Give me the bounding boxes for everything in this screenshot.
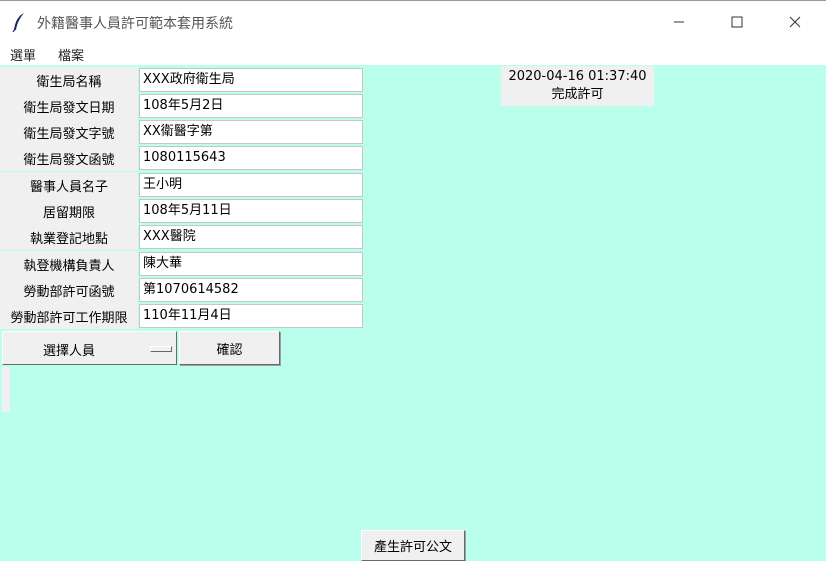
issue-word-input[interactable]: XX衛醫字第 [139, 120, 363, 144]
close-button[interactable] [766, 1, 824, 43]
institution-head-input[interactable]: 陳大華 [139, 252, 363, 276]
field-label-person-name: 醫事人員名子 [0, 172, 138, 198]
status-timestamp: 2020-04-16 01:37:40 [508, 69, 647, 84]
status-message: 完成許可 [551, 87, 604, 102]
menu-item-select[interactable]: 選單 [10, 45, 36, 64]
empty-list-area [2, 367, 10, 412]
minimize-icon [674, 21, 684, 23]
issue-number-input[interactable]: 1080115643 [139, 146, 363, 170]
menu-bar: 選單 檔案 [0, 42, 826, 65]
status-panel: 2020-04-16 01:37:40 完成許可 [501, 66, 654, 106]
select-person-label: 選擇人員 [43, 344, 96, 359]
field-label-labor-permit-term: 勞動部許可工作期限 [0, 303, 138, 329]
select-person-dropdown[interactable]: 選擇人員 [2, 331, 177, 365]
menu-item-file[interactable]: 檔案 [58, 45, 84, 64]
field-label-health-bureau-name: 衛生局名稱 [0, 67, 138, 93]
maximize-icon [731, 16, 743, 28]
field-label-labor-permit-number: 勞動部許可函號 [0, 277, 138, 303]
title-bar: 外籍醫事人員許可範本套用系統 [0, 0, 826, 42]
labor-permit-term-input[interactable]: 110年11月4日 [139, 304, 363, 328]
maximize-button[interactable] [708, 1, 766, 43]
confirm-button[interactable]: 確認 [179, 331, 280, 365]
field-label-issue-date: 衛生局發文日期 [0, 93, 138, 119]
field-label-issue-word: 衛生局發文字號 [0, 119, 138, 145]
close-icon [789, 16, 801, 28]
person-name-input[interactable]: 王小明 [139, 173, 363, 197]
health-bureau-name-input[interactable]: XXX政府衛生局 [139, 68, 363, 92]
generate-permit-button[interactable]: 產生許可公文 [361, 530, 465, 561]
labor-permit-number-input[interactable]: 第1070614582 [139, 278, 363, 302]
residence-term-input[interactable]: 108年5月11日 [139, 199, 363, 223]
main-area: 衛生局名稱 XXX政府衛生局 衛生局發文日期 108年5月2日 衛生局發文字號 … [0, 65, 826, 561]
minimize-button[interactable] [650, 1, 708, 43]
feather-icon [12, 12, 26, 33]
field-label-issue-number: 衛生局發文函號 [0, 145, 138, 171]
dropdown-indicator-icon [150, 346, 172, 352]
issue-date-input[interactable]: 108年5月2日 [139, 94, 363, 118]
window-title: 外籍醫事人員許可範本套用系統 [37, 16, 233, 32]
practice-location-input[interactable]: XXX醫院 [139, 225, 363, 249]
field-label-residence-term: 居留期限 [0, 198, 138, 224]
field-label-institution-head: 執登機構負責人 [0, 251, 138, 277]
field-label-practice-location: 執業登記地點 [0, 224, 138, 250]
